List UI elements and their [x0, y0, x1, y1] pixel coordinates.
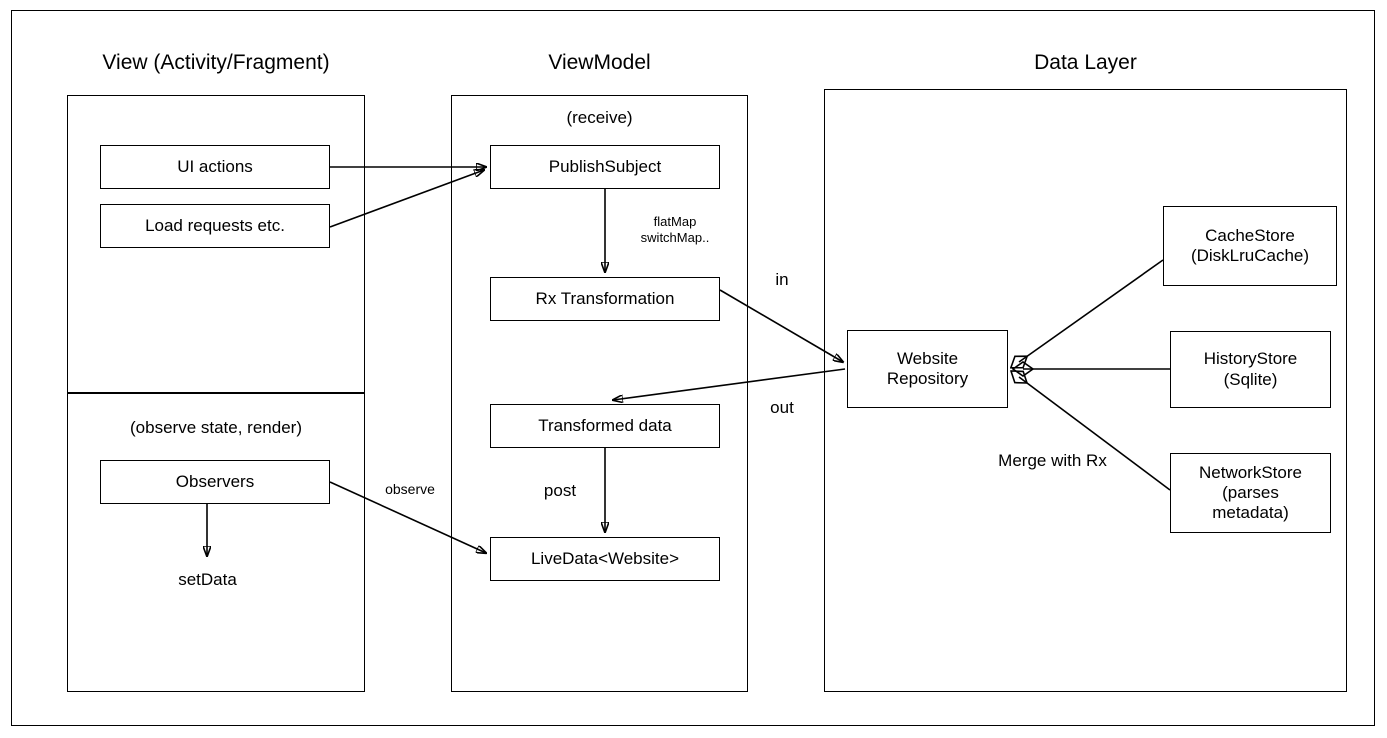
node-load-requests-label: Load requests etc. [145, 215, 285, 235]
node-rx-transformation-label: Rx Transformation [535, 288, 675, 308]
column-title-data-layer: Data Layer [1034, 51, 1137, 74]
edge-label-flatmap: flatMap switchMap.. [640, 214, 710, 245]
label-set-data: setData [178, 570, 237, 589]
node-publish-subject-label: PublishSubject [548, 156, 662, 176]
column-title-viewmodel: ViewModel [548, 51, 651, 74]
node-network-store[interactable]: NetworkStore (parses metadata) [1170, 453, 1331, 533]
node-publish-subject[interactable]: PublishSubject [490, 145, 720, 189]
edge-label-post: post [543, 481, 577, 500]
node-transformed-data-label: Transformed data [538, 415, 672, 435]
edge-label-in: in [775, 270, 789, 289]
node-rx-transformation[interactable]: Rx Transformation [490, 277, 720, 321]
node-transformed-data[interactable]: Transformed data [490, 404, 720, 448]
node-website-repository-label: Website Repository [886, 348, 969, 388]
viewmodel-caption: (receive) [566, 108, 633, 127]
diagram-canvas: View (Activity/Fragment) ViewModel Data … [0, 0, 1387, 738]
node-ui-actions-label: UI actions [177, 156, 253, 176]
node-load-requests[interactable]: Load requests etc. [100, 204, 330, 248]
node-livedata-website-label: LiveData<Website> [530, 548, 680, 568]
edge-label-observe: observe [385, 481, 435, 497]
node-history-store-label: HistoryStore (Sqlite) [1203, 349, 1298, 389]
column-title-view: View (Activity/Fragment) [102, 51, 330, 74]
node-observers-label: Observers [175, 471, 255, 491]
node-cache-store[interactable]: CacheStore (DiskLruCache) [1163, 206, 1337, 286]
node-website-repository[interactable]: Website Repository [847, 330, 1008, 408]
node-network-store-label: NetworkStore (parses metadata) [1199, 462, 1302, 523]
node-livedata-website[interactable]: LiveData<Website> [490, 537, 720, 581]
node-history-store[interactable]: HistoryStore (Sqlite) [1170, 331, 1331, 408]
edge-label-out: out [770, 398, 794, 417]
label-merge-with-rx: Merge with Rx [998, 451, 1107, 470]
node-ui-actions[interactable]: UI actions [100, 145, 330, 189]
node-observers[interactable]: Observers [100, 460, 330, 504]
view-lower-caption: (observe state, render) [130, 418, 302, 437]
node-cache-store-label: CacheStore (DiskLruCache) [1190, 225, 1310, 265]
